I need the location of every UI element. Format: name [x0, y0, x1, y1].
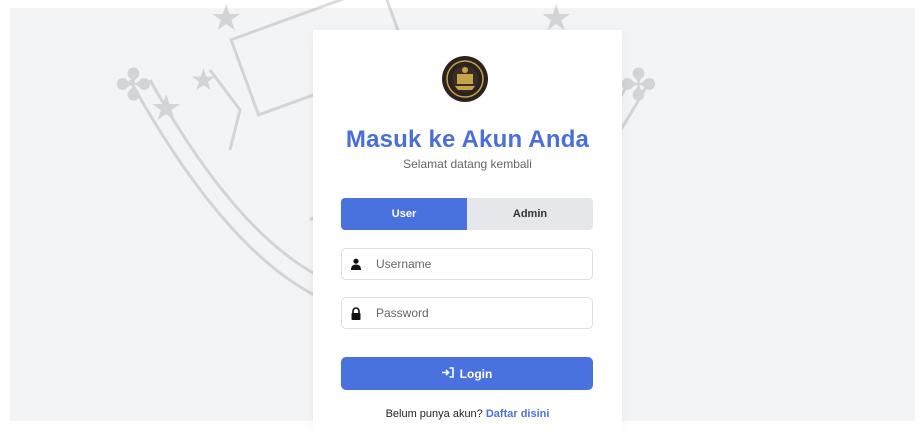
- tab-user[interactable]: User: [341, 198, 467, 230]
- page-subtitle: Selamat datang kembali: [403, 157, 532, 171]
- register-link[interactable]: Daftar disini: [486, 408, 550, 420]
- tab-admin[interactable]: Admin: [467, 198, 593, 230]
- username-field[interactable]: [341, 248, 593, 280]
- register-question: Belum punya akun?: [385, 408, 483, 420]
- password-field[interactable]: [341, 297, 593, 329]
- login-button[interactable]: Login: [341, 357, 593, 390]
- user-icon: [342, 258, 370, 270]
- register-prompt: Belum punya akun? Daftar disini: [313, 408, 622, 420]
- username-input[interactable]: [370, 256, 592, 272]
- login-icon: [441, 366, 454, 381]
- role-tabs: User Admin: [341, 198, 593, 230]
- university-seal-logo: [442, 56, 488, 102]
- password-input[interactable]: [370, 305, 592, 321]
- login-label: Login: [459, 366, 493, 381]
- lock-icon: [342, 306, 370, 320]
- page-title: Masuk ke Akun Anda: [345, 126, 590, 153]
